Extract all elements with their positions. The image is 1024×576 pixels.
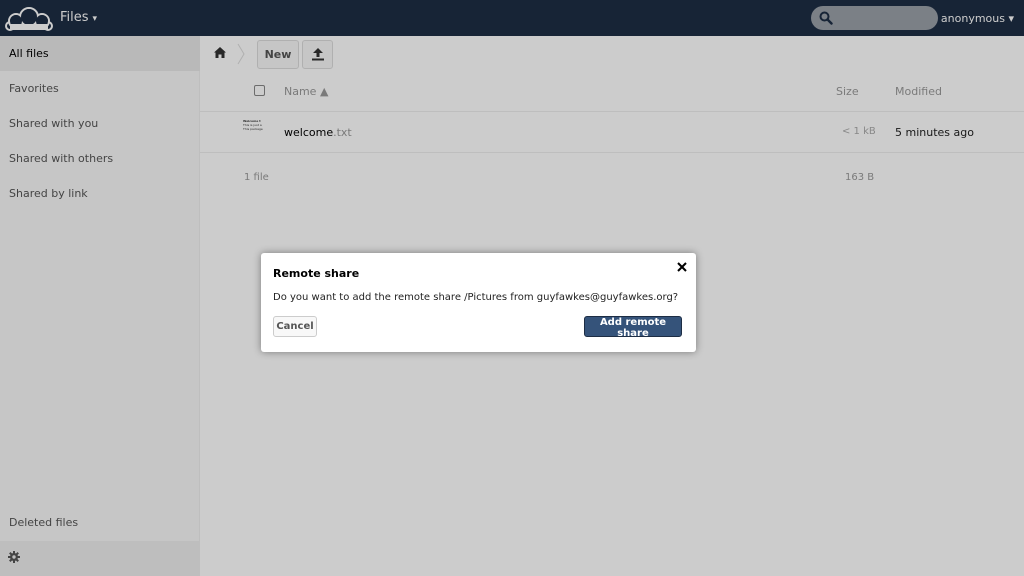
remote-share-dialog: Remote share Do you want to add the remo… xyxy=(261,253,696,352)
close-icon[interactable] xyxy=(677,262,687,272)
cancel-button[interactable]: Cancel xyxy=(273,316,317,337)
add-remote-share-button[interactable]: Add remote share xyxy=(584,316,682,339)
dialog-message: Do you want to add the remote share /Pic… xyxy=(273,292,679,303)
dialog-title: Remote share xyxy=(273,267,360,280)
